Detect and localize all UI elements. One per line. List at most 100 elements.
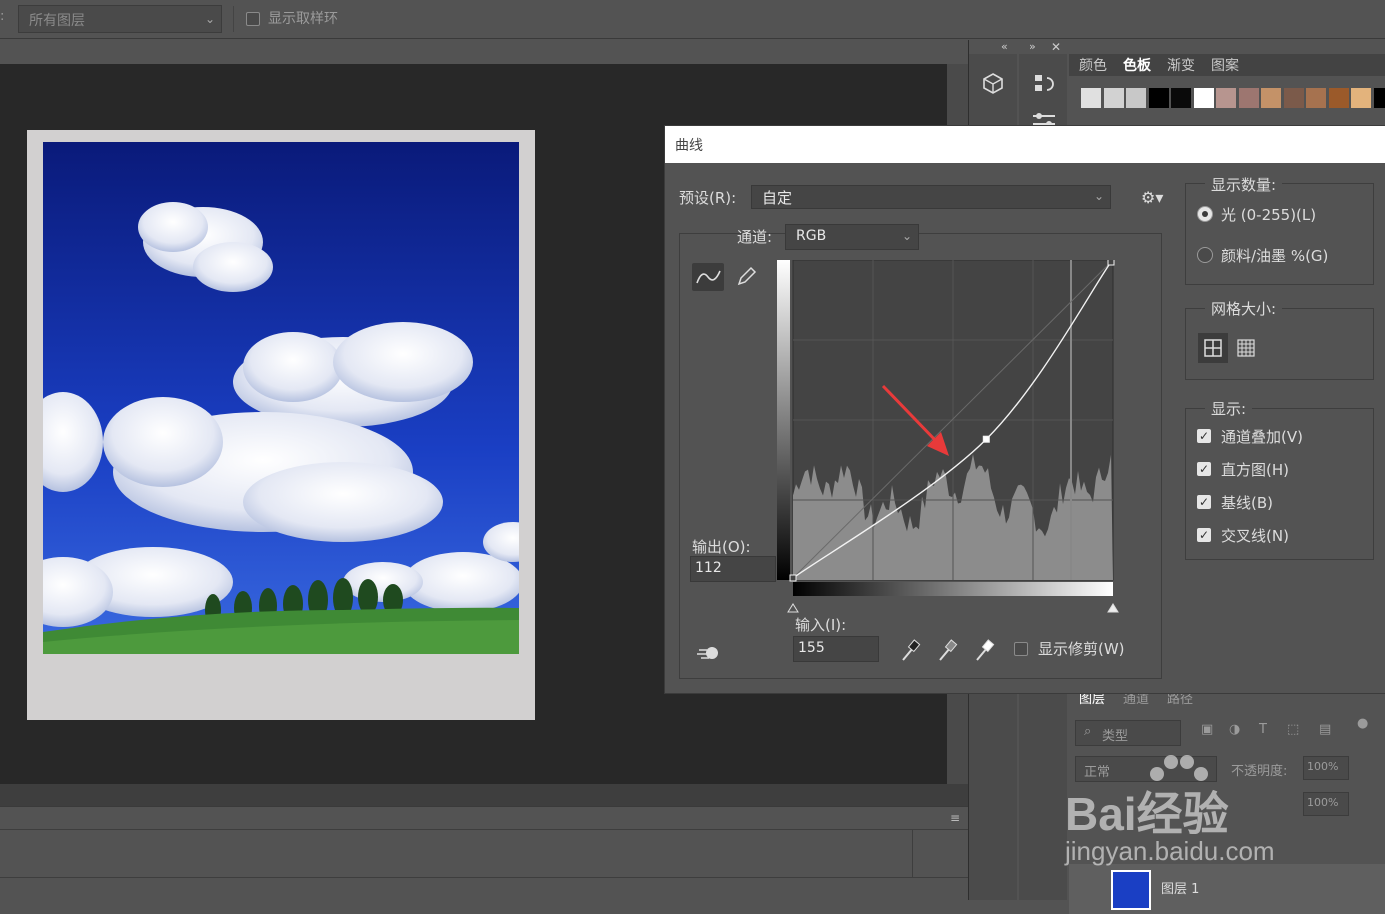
swatch[interactable] [1329, 88, 1349, 108]
curve-graph[interactable] [775, 260, 1167, 620]
target-adjust-hand-icon[interactable] [695, 640, 723, 662]
intersection-line-checkbox[interactable]: ✓ [1197, 528, 1211, 542]
show-title: 显示: [1205, 398, 1252, 419]
dialog-title-bar[interactable]: 曲线 [665, 126, 1385, 163]
pixel-filter-icon[interactable]: ▣ [1201, 722, 1213, 737]
intersection-line-label: 交叉线(N) [1221, 525, 1289, 546]
black-eyedropper-icon[interactable] [899, 638, 921, 664]
channel-overlay-checkbox[interactable]: ✓ [1197, 429, 1211, 443]
swatch[interactable] [1261, 88, 1281, 108]
3d-cube-icon[interactable] [982, 72, 1004, 94]
channel-select[interactable]: RGB ⌄ [785, 224, 919, 250]
panel-menu-icon[interactable]: ≡ [950, 811, 960, 825]
show-sampling-ring-label: 显示取样环 [268, 8, 338, 28]
input-gradient-bar [793, 582, 1113, 596]
swatch[interactable] [1239, 88, 1259, 108]
layer-thumbnail [1111, 870, 1151, 910]
close-icon[interactable]: ✕ [1051, 40, 1061, 54]
collapse-left-icon[interactable]: « [1001, 40, 1008, 53]
histogram-checkbox[interactable]: ✓ [1197, 462, 1211, 476]
curve-control-point[interactable] [790, 575, 796, 581]
horizontal-scrollbar[interactable] [0, 784, 968, 806]
grid-coarse-icon [1198, 333, 1228, 363]
grid-4x4-button[interactable] [1198, 333, 1228, 363]
swatch[interactable] [1194, 88, 1214, 108]
shape-filter-icon[interactable]: ⬚ [1287, 722, 1299, 737]
curve-tool-icon [692, 263, 724, 291]
watermark-brand: Bai经验 [1065, 778, 1229, 844]
tab-gradients[interactable]: 渐变 [1167, 55, 1195, 75]
grid-fine-icon [1231, 333, 1261, 363]
tab-patterns[interactable]: 图案 [1211, 55, 1239, 75]
output-label: 输出(O): [692, 536, 751, 557]
output-value: 112 [695, 560, 722, 576]
chevron-down-icon: ⌄ [902, 229, 912, 243]
baidu-watermark: Bai经验 jingyan.baidu.com [1065, 752, 1375, 872]
search-icon: ⌕ [1084, 724, 1091, 739]
curve-control-point[interactable] [1108, 260, 1114, 265]
swatch[interactable] [1374, 88, 1385, 108]
filter-toggle-icon[interactable]: ● [1357, 716, 1368, 731]
dialog-title: 曲线 [675, 135, 703, 155]
swatch[interactable] [1104, 88, 1124, 108]
curve-control-point[interactable] [983, 436, 989, 442]
swatch[interactable] [1306, 88, 1326, 108]
type-filter-icon[interactable]: T [1259, 722, 1267, 737]
display-amount-group [1185, 183, 1374, 285]
output-input[interactable]: 112 [690, 556, 776, 582]
show-sampling-ring-checkbox[interactable] [246, 12, 260, 26]
swatch[interactable] [1216, 88, 1236, 108]
swatch[interactable] [1081, 88, 1101, 108]
smart-object-filter-icon[interactable]: ▤ [1319, 722, 1331, 737]
curve-point-tool[interactable] [692, 263, 724, 291]
input-value: 155 [798, 640, 825, 656]
swatch[interactable] [1149, 88, 1169, 108]
tab-color[interactable]: 颜色 [1079, 55, 1107, 75]
layer-name[interactable]: 图层 1 [1161, 878, 1199, 897]
history-icon[interactable] [1033, 72, 1055, 94]
layer-filter-placeholder: 类型 [1102, 725, 1128, 744]
pigment-radio[interactable] [1197, 247, 1213, 263]
separator [233, 6, 234, 32]
grid-size-title: 网格大小: [1205, 298, 1282, 319]
baseline-checkbox[interactable]: ✓ [1197, 495, 1211, 509]
divider [912, 829, 913, 877]
gray-eyedropper-icon[interactable] [936, 638, 958, 664]
gear-icon[interactable]: ⚙▾ [1141, 188, 1163, 207]
divider [0, 877, 968, 878]
white-eyedropper-icon[interactable] [973, 638, 995, 664]
black-point-slider[interactable] [788, 604, 798, 612]
swatch[interactable] [1126, 88, 1146, 108]
expand-right-icon[interactable]: » [1029, 40, 1036, 53]
channel-overlay-label: 通道叠加(V) [1221, 426, 1303, 447]
document-tab-strip [0, 39, 968, 64]
divider [0, 829, 968, 830]
swatch[interactable] [1284, 88, 1304, 108]
adjustment-filter-icon[interactable]: ◑ [1229, 722, 1240, 737]
histogram-label: 直方图(H) [1221, 459, 1289, 480]
sample-layers-value: 所有图层 [29, 10, 85, 30]
channel-value: RGB [796, 228, 826, 244]
show-clipping-checkbox[interactable] [1014, 642, 1028, 656]
baseline-label: 基线(B) [1221, 492, 1273, 513]
chevron-down-icon: ⌄ [205, 12, 215, 26]
pencil-icon[interactable] [735, 266, 757, 288]
show-clipping-label: 显示修剪(W) [1038, 638, 1125, 659]
display-amount-title: 显示数量: [1205, 174, 1282, 195]
swatch[interactable] [1351, 88, 1371, 108]
sample-layers-select[interactable]: 所有图层 ⌄ [18, 5, 222, 33]
white-point-slider[interactable] [1108, 604, 1118, 612]
input-label: 输入(I): [795, 614, 846, 635]
input-input[interactable]: 155 [793, 636, 879, 662]
light-radio[interactable] [1197, 206, 1213, 222]
chevron-down-icon: ⌄ [1094, 189, 1104, 203]
channel-label: 通道: [737, 226, 772, 247]
grid-10x10-button[interactable] [1231, 333, 1261, 363]
preset-select[interactable]: 自定 ⌄ [751, 185, 1111, 209]
preset-label: 预设(R): [679, 187, 736, 208]
sky-photo-graphic [43, 142, 519, 654]
preset-value: 自定 [762, 187, 792, 208]
swatch[interactable] [1171, 88, 1191, 108]
tab-swatches[interactable]: 色板 [1123, 55, 1151, 75]
layer-filter-select[interactable]: ⌕ 类型 [1075, 720, 1181, 746]
